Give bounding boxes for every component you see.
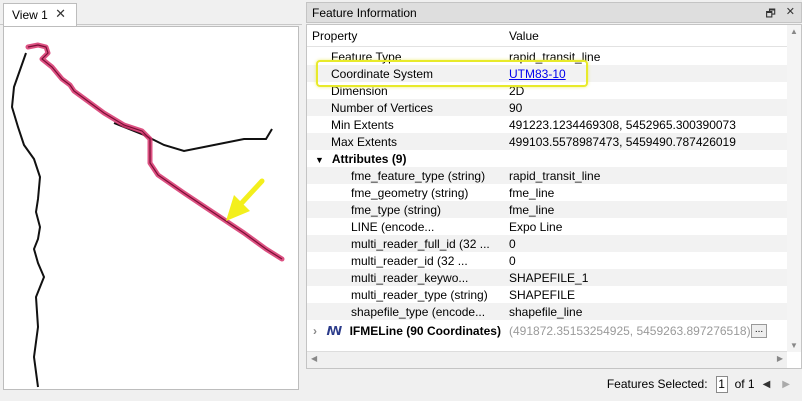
table-row[interactable]: fme_feature_type (string) rapid_transit_… bbox=[307, 167, 787, 184]
expand-icon[interactable]: › bbox=[313, 324, 317, 338]
row-value: rapid_transit_line bbox=[509, 168, 601, 183]
tab-view-1[interactable]: View 1 ✕ bbox=[3, 3, 77, 26]
row-value: shapefile_line bbox=[509, 304, 583, 319]
map-highlighted-route bbox=[25, 42, 285, 262]
row-property: Coordinate System bbox=[331, 66, 434, 81]
restore-icon[interactable]: 🗗 bbox=[765, 5, 775, 24]
table-row[interactable]: Min Extents 491223.1234469308, 5452965.3… bbox=[307, 116, 787, 133]
map-highlighted-route-core bbox=[27, 44, 283, 260]
row-property: LINE (encode... bbox=[351, 219, 435, 234]
features-selected-label: Features Selected: bbox=[606, 377, 708, 391]
row-value: 90 bbox=[509, 100, 523, 115]
feature-info-panel: Feature Information 🗗 ✕ Property Value F… bbox=[306, 0, 802, 401]
scroll-right-icon[interactable]: ▶ bbox=[777, 354, 783, 363]
table-row[interactable]: Feature Type rapid_transit_line bbox=[307, 48, 787, 65]
table-row[interactable]: LINE (encode... Expo Line bbox=[307, 218, 787, 235]
tab-label: View 1 bbox=[12, 8, 48, 22]
map-canvas[interactable] bbox=[3, 26, 299, 390]
arrow-annotation bbox=[226, 178, 265, 221]
scroll-left-icon[interactable]: ◀ bbox=[311, 354, 317, 363]
row-property: shapefile_type (encode... bbox=[351, 304, 486, 319]
next-page-icon[interactable]: ▶ bbox=[778, 379, 794, 390]
panel-title: Feature Information bbox=[312, 5, 417, 20]
row-value: SHAPEFILE bbox=[509, 287, 576, 302]
attributes-group-row[interactable]: ▼ Attributes (9) bbox=[307, 150, 787, 167]
scroll-up-icon[interactable]: ▲ bbox=[790, 27, 798, 36]
table-row[interactable]: shapefile_type (encode... shapefile_line bbox=[307, 303, 787, 320]
feature-table[interactable]: Property Value Feature Type rapid_transi… bbox=[306, 24, 802, 369]
panel-header: Feature Information 🗗 ✕ bbox=[306, 2, 802, 23]
geometry-label: IFMELine (90 Coordinates) bbox=[349, 324, 501, 338]
scroll-down-icon[interactable]: ▼ bbox=[790, 341, 798, 350]
row-value: 0 bbox=[509, 236, 516, 251]
map-drawing bbox=[10, 42, 285, 388]
table-row[interactable]: fme_geometry (string) fme_line bbox=[307, 184, 787, 201]
row-value: SHAPEFILE_1 bbox=[509, 270, 589, 285]
view-panel: View 1 ✕ bbox=[0, 0, 302, 401]
attributes-group-label: Attributes (9) bbox=[331, 151, 407, 166]
row-value: rapid_transit_line bbox=[509, 49, 601, 64]
row-value: fme_line bbox=[509, 202, 555, 217]
close-icon[interactable]: ✕ bbox=[55, 7, 66, 21]
row-property: fme_type (string) bbox=[351, 202, 442, 217]
row-value: Expo Line bbox=[509, 219, 563, 234]
row-value: 0 bbox=[509, 253, 516, 268]
page-count-label: of 1 bbox=[734, 377, 755, 391]
coordinate-system-link[interactable]: UTM83-10 bbox=[509, 67, 566, 81]
table-row[interactable]: multi_reader_type (string) SHAPEFILE bbox=[307, 286, 787, 303]
row-property: multi_reader_full_id (32 ... bbox=[351, 236, 490, 251]
table-header: Property Value bbox=[307, 25, 801, 47]
row-value: 2D bbox=[509, 83, 525, 98]
geometry-value: (491872.35153254925, 5459263.897276518),… bbox=[509, 324, 759, 338]
table-row[interactable]: Max Extents 499103.5578987473, 5459490.7… bbox=[307, 133, 787, 150]
row-value: 499103.5578987473, 5459490.787426019 bbox=[509, 134, 736, 149]
status-bar: Features Selected: 1 of 1 ◀ ▶ bbox=[306, 372, 802, 396]
row-value: fme_line bbox=[509, 185, 555, 200]
more-button[interactable]: ... bbox=[751, 324, 767, 338]
row-property: fme_feature_type (string) bbox=[351, 168, 486, 183]
table-row[interactable]: multi_reader_keywo... SHAPEFILE_1 bbox=[307, 269, 787, 286]
line-geometry-icon: ꟿ bbox=[326, 324, 343, 338]
page-input[interactable]: 1 bbox=[715, 375, 728, 393]
view-tabbar: View 1 ✕ bbox=[0, 0, 302, 26]
row-property: Feature Type bbox=[331, 49, 402, 64]
row-property: multi_reader_keywo... bbox=[351, 270, 469, 285]
table-row[interactable]: multi_reader_id (32 ... 0 bbox=[307, 252, 787, 269]
row-property: multi_reader_id (32 ... bbox=[351, 253, 468, 268]
horizontal-scrollbar[interactable]: ◀ ▶ bbox=[307, 351, 787, 368]
table-row[interactable]: Dimension 2D bbox=[307, 82, 787, 99]
table-row[interactable]: fme_type (string) fme_line bbox=[307, 201, 787, 218]
row-property: Min Extents bbox=[331, 117, 394, 132]
col-header-property[interactable]: Property bbox=[307, 29, 505, 43]
close-icon[interactable]: ✕ bbox=[786, 5, 795, 24]
row-value: 491223.1234469308, 5452965.300390073 bbox=[509, 117, 736, 132]
table-row[interactable]: Coordinate System UTM83-10 bbox=[307, 65, 787, 82]
geometry-row[interactable]: › ꟿ IFMELine (90 Coordinates) (491872.35… bbox=[307, 321, 787, 341]
prev-page-icon[interactable]: ◀ bbox=[759, 379, 775, 390]
row-property: Dimension bbox=[331, 83, 388, 98]
collapse-icon[interactable]: ▼ bbox=[315, 155, 324, 165]
row-property: multi_reader_type (string) bbox=[351, 287, 488, 302]
col-header-value[interactable]: Value bbox=[505, 29, 539, 43]
row-property: fme_geometry (string) bbox=[351, 185, 469, 200]
map-line-west bbox=[10, 52, 46, 388]
vertical-scrollbar[interactable]: ▲ ▼ bbox=[787, 25, 801, 352]
table-row[interactable]: Number of Vertices 90 bbox=[307, 99, 787, 116]
table-row[interactable]: multi_reader_full_id (32 ... 0 bbox=[307, 235, 787, 252]
row-property: Number of Vertices bbox=[331, 100, 434, 115]
row-property: Max Extents bbox=[331, 134, 398, 149]
